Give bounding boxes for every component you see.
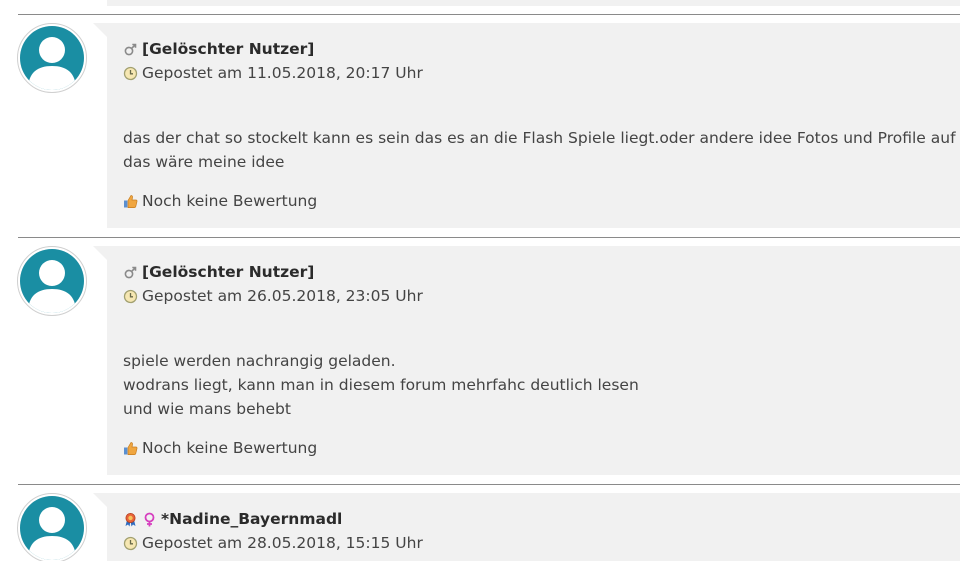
content-line: und wie mans behebt <box>123 400 291 418</box>
user-avatar[interactable] <box>17 493 87 561</box>
content-line: spiele werden nachrangig geladen. <box>123 352 396 370</box>
clock-icon <box>123 289 138 303</box>
post-divider <box>18 484 960 485</box>
post-date-line: Gepostet am 26.05.2018, 23:05 Uhr <box>123 286 423 306</box>
male-gender-icon <box>124 43 137 55</box>
user-avatar[interactable] <box>17 246 87 316</box>
content-line: wodrans liegt, kann man in diesem forum … <box>123 376 639 394</box>
avatar-silhouette-icon <box>28 260 76 313</box>
award-ribbon-icon <box>125 512 136 526</box>
forum-post: [Gelöschter Nutzer] Gepostet am 26.05.20… <box>0 237 960 484</box>
thumbs-up-icon <box>124 441 138 455</box>
post-author-line: [Gelöschter Nutzer] <box>123 39 314 59</box>
post-content: spiele werden nachrangig geladen. wodran… <box>123 349 960 421</box>
author-name[interactable]: [Gelöschter Nutzer] <box>142 40 314 58</box>
previous-post-bubble <box>107 0 960 6</box>
female-gender-icon <box>144 512 155 526</box>
clock-icon <box>123 536 138 550</box>
rating-label[interactable]: Noch keine Bewertung <box>142 192 317 210</box>
forum-post-feed: [Gelöschter Nutzer] Gepostet am 11.05.20… <box>0 0 960 561</box>
male-gender-icon <box>124 266 137 278</box>
rating-label[interactable]: Noch keine Bewertung <box>142 439 317 457</box>
post-date-line: Gepostet am 11.05.2018, 20:17 Uhr <box>123 63 423 83</box>
clock-icon <box>123 66 138 80</box>
avatar-silhouette-icon <box>28 37 76 90</box>
content-line: das der chat so stockelt kann es sein da… <box>123 129 960 147</box>
avatar-silhouette-icon <box>28 507 76 560</box>
post-author-line: [Gelöschter Nutzer] <box>123 262 314 282</box>
user-avatar[interactable] <box>17 23 87 93</box>
post-date-line: Gepostet am 28.05.2018, 15:15 Uhr <box>123 533 423 553</box>
post-content: das der chat so stockelt kann es sein da… <box>123 126 960 174</box>
post-date: Gepostet am 28.05.2018, 15:15 Uhr <box>142 534 423 552</box>
post-rating[interactable]: Noch keine Bewertung <box>123 191 317 211</box>
author-name[interactable]: *Nadine_Bayernmadl <box>161 510 342 528</box>
post-date: Gepostet am 11.05.2018, 20:17 Uhr <box>142 64 423 82</box>
post-divider <box>18 237 960 238</box>
post-date: Gepostet am 26.05.2018, 23:05 Uhr <box>142 287 423 305</box>
post-author-line: *Nadine_Bayernmadl <box>123 509 342 529</box>
forum-post: *Nadine_Bayernmadl Gepostet am 28.05.201… <box>0 484 960 561</box>
author-name[interactable]: [Gelöschter Nutzer] <box>142 263 314 281</box>
thumbs-up-icon <box>124 194 138 208</box>
post-divider <box>18 14 960 15</box>
content-line: das wäre meine idee <box>123 153 285 171</box>
post-rating[interactable]: Noch keine Bewertung <box>123 438 317 458</box>
forum-post: [Gelöschter Nutzer] Gepostet am 11.05.20… <box>0 14 960 238</box>
